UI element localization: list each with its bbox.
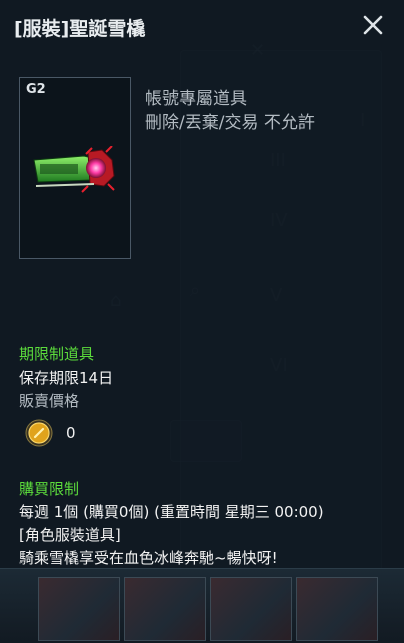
item-category: [角色服裝道具] (19, 526, 121, 544)
price-amount: 0 (66, 424, 76, 442)
account-bound-note: 帳號專屬道具 (145, 89, 247, 109)
item-tooltip: [服裝]聖誕雪橇 G2 帳號專屬道具 刪除/丟棄/交易 不允許 期限制道具 保存… (0, 0, 404, 568)
item-title: [服裝]聖誕雪橇 (14, 18, 146, 40)
purchase-limit-weekly: 每週 1個 (購買0個) (重置時間 星期三 00:00) (19, 503, 324, 521)
item-icon-frame: G2 (19, 77, 131, 259)
close-button[interactable] (358, 10, 388, 40)
bottom-inventory-bar (0, 568, 404, 643)
period-value: 保存期限14日 (19, 369, 114, 387)
item-grade: G2 (26, 82, 46, 97)
close-icon (363, 15, 383, 35)
trade-restriction-note: 刪除/丟棄/交易 不允許 (145, 113, 315, 133)
purchase-limit-label: 購買限制 (19, 480, 80, 498)
inventory-slot[interactable] (124, 577, 206, 641)
gold-coin-icon (25, 419, 53, 447)
inventory-slot[interactable] (210, 577, 292, 641)
period-label: 期限制道具 (19, 345, 95, 363)
price-label: 販賣價格 (19, 392, 80, 410)
christmas-sled-icon (33, 146, 115, 193)
inventory-slot[interactable] (296, 577, 378, 641)
inventory-slot[interactable] (38, 577, 120, 641)
item-description: 騎乘雪橇享受在血色冰峰奔馳~暢快呀! (19, 549, 278, 567)
